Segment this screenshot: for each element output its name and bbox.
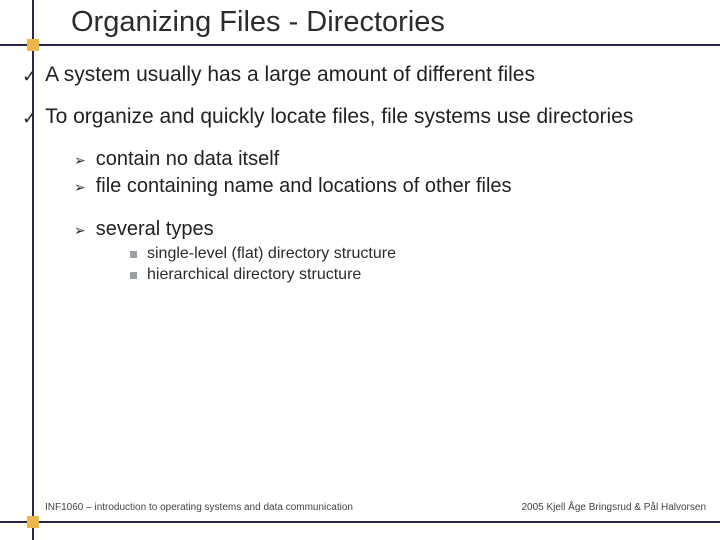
bullet-level2: ➢ file containing name and locations of … (74, 174, 702, 199)
bullet-text: To organize and quickly locate files, fi… (45, 104, 633, 130)
decor-square-bottom (27, 516, 39, 528)
spacer (22, 201, 702, 217)
bullet-text: single-level (flat) directory structure (147, 244, 396, 265)
check-icon: ✓ (22, 65, 37, 88)
arrow-icon: ➢ (74, 179, 86, 197)
decor-square-top (27, 39, 39, 51)
decor-line-bottom (0, 521, 720, 523)
bullet-level3: hierarchical directory structure (130, 265, 702, 286)
bullet-level3: single-level (flat) directory structure (130, 244, 702, 265)
bullet-text: hierarchical directory structure (147, 265, 361, 286)
slide-title: Organizing Files - Directories (71, 6, 445, 39)
footer-left: INF1060 – introduction to operating syst… (45, 502, 353, 513)
square-icon (130, 251, 137, 258)
bullet-text: A system usually has a large amount of d… (45, 62, 535, 88)
slide-content: ✓ A system usually has a large amount of… (22, 62, 702, 287)
bullet-level1: ✓ A system usually has a large amount of… (22, 62, 702, 88)
bullet-level2: ➢ several types (74, 217, 702, 242)
bullet-level2: ➢ contain no data itself (74, 147, 702, 172)
square-icon (130, 272, 137, 279)
bullet-level1: ✓ To organize and quickly locate files, … (22, 104, 702, 130)
decor-line-top (0, 44, 720, 46)
bullet-text: contain no data itself (96, 147, 279, 172)
arrow-icon: ➢ (74, 152, 86, 170)
arrow-icon: ➢ (74, 222, 86, 240)
check-icon: ✓ (22, 107, 37, 130)
footer-right: 2005 Kjell Åge Bringsrud & Pål Halvorsen (521, 502, 706, 513)
bullet-text: several types (96, 217, 214, 242)
bullet-text: file containing name and locations of ot… (96, 174, 512, 199)
